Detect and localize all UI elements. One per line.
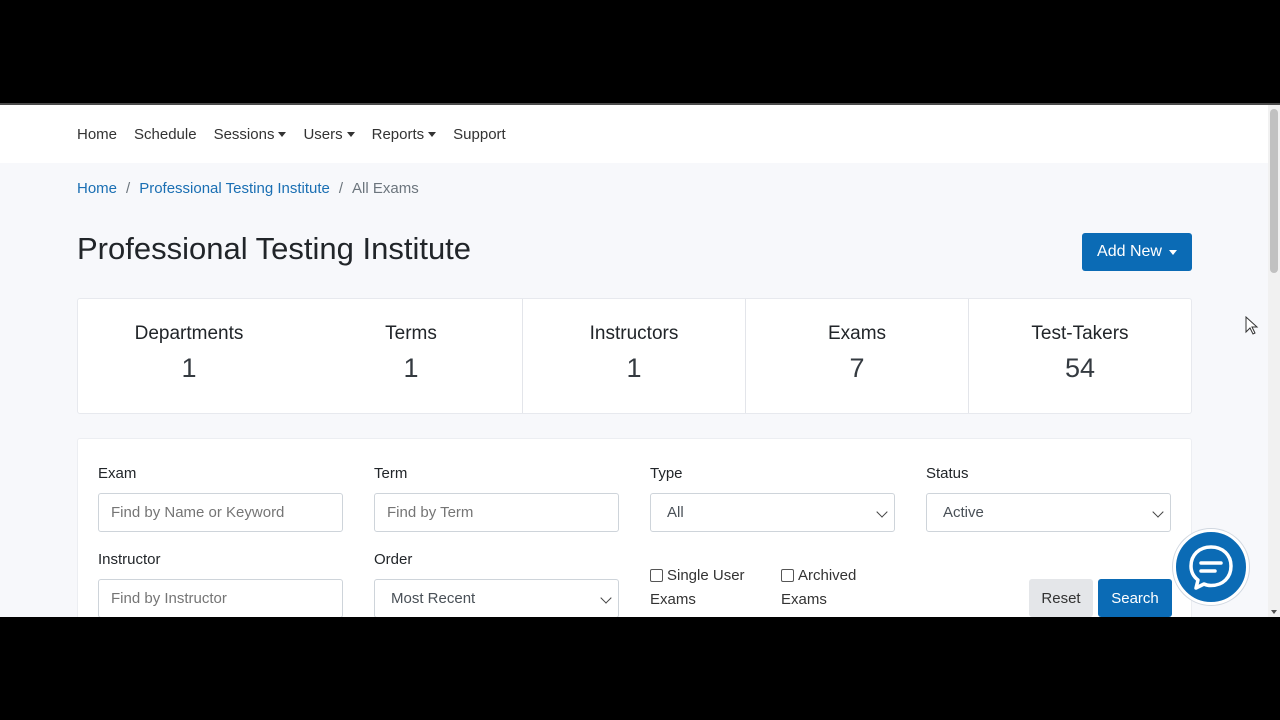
exam-filter-label: Exam xyxy=(98,465,137,482)
search-button[interactable]: Search xyxy=(1098,579,1172,617)
status-select[interactable]: Active xyxy=(926,493,1171,532)
nav-item-label: Home xyxy=(77,125,118,143)
stat-instructors[interactable]: Instructors 1 xyxy=(522,299,745,413)
type-select[interactable]: All xyxy=(650,493,895,532)
order-filter-label: Order xyxy=(374,551,413,568)
status-selected-value: Active xyxy=(943,504,984,521)
type-selected-value: All xyxy=(667,504,684,521)
nav-item-users[interactable]: Users xyxy=(303,125,355,143)
stat-value: 1 xyxy=(403,353,419,383)
breadcrumb-separator: / xyxy=(126,180,131,197)
caret-down-icon xyxy=(1168,249,1177,255)
mouse-pointer-icon xyxy=(1245,316,1259,335)
exam-search-input[interactable] xyxy=(98,493,343,532)
scrollbar-thumb[interactable] xyxy=(1270,109,1278,273)
status-filter-label: Status xyxy=(926,465,969,482)
stat-value: 54 xyxy=(1064,353,1096,383)
checkbox-label-line: Archived xyxy=(798,567,857,584)
breadcrumb: Home / Professional Testing Institute / … xyxy=(77,180,419,197)
order-selected-value: Most Recent xyxy=(391,590,476,607)
instructor-search-input[interactable] xyxy=(98,579,343,617)
breadcrumb-current: All Exams xyxy=(352,180,419,197)
stat-departments[interactable]: Departments 1 xyxy=(78,299,300,413)
chevron-down-icon xyxy=(876,506,888,518)
stat-exams[interactable]: Exams 7 xyxy=(745,299,968,413)
breadcrumb-separator: / xyxy=(338,180,344,197)
page-scrollbar[interactable] xyxy=(1268,105,1280,617)
main-navbar: Home Schedule Sessions Users Reports Sup… xyxy=(0,105,1268,163)
nav-item-reports[interactable]: Reports xyxy=(372,126,437,143)
instructor-filter-label: Instructor xyxy=(98,551,161,568)
term-filter-label: Term xyxy=(374,465,408,482)
stat-value: 7 xyxy=(849,353,865,383)
type-filter-label: Type xyxy=(650,465,683,482)
stat-label: Terms xyxy=(385,323,437,344)
chat-glyph xyxy=(1189,545,1233,590)
nav-item-schedule[interactable]: Schedule xyxy=(134,126,197,143)
stat-terms[interactable]: Terms 1 xyxy=(300,299,522,413)
nav-item-label: Sessions xyxy=(213,125,275,143)
term-search-input[interactable] xyxy=(374,493,619,532)
stat-label: Exams xyxy=(827,323,887,344)
stat-label: Test-Takers xyxy=(1031,323,1129,344)
caret-down-icon xyxy=(278,131,287,137)
stat-test-takers[interactable]: Test-Takers 54 xyxy=(968,299,1191,413)
nav-item-label: Reports xyxy=(371,125,425,143)
caret-down-icon xyxy=(428,131,437,137)
order-select[interactable]: Most Recent xyxy=(374,579,619,617)
screen-top-letterbox xyxy=(0,0,1280,103)
stat-label: Instructors xyxy=(589,323,679,344)
add-new-button[interactable]: Add New xyxy=(1082,233,1192,271)
checkbox-label-line: Exams xyxy=(650,591,696,608)
single-user-exams-checkbox[interactable] xyxy=(650,569,663,582)
single-user-exams-label: Single User Exams xyxy=(650,564,745,612)
chevron-down-icon xyxy=(600,592,612,604)
breadcrumb-home-link[interactable]: Home xyxy=(77,180,117,197)
stat-value: 1 xyxy=(626,353,642,383)
archived-exams-label: Archived Exams xyxy=(781,564,857,612)
screen-bottom-letterbox xyxy=(0,617,1280,720)
chevron-down-icon xyxy=(1152,506,1164,518)
checkbox-label-line: Single User xyxy=(667,567,745,584)
page-title: Professional Testing Institute xyxy=(77,231,472,266)
archived-exams-checkbox[interactable] xyxy=(781,569,794,582)
scroll-down-arrow-icon[interactable] xyxy=(1271,610,1277,614)
breadcrumb-institute-link[interactable]: Professional Testing Institute xyxy=(139,180,330,197)
archived-exams-option[interactable]: Archived Exams xyxy=(781,564,856,612)
reset-button[interactable]: Reset xyxy=(1029,579,1093,617)
nav-item-label: Users xyxy=(303,125,343,143)
nav-item-support[interactable]: Support xyxy=(453,126,506,143)
add-new-label: Add New xyxy=(1097,243,1162,260)
caret-down-icon xyxy=(346,131,355,137)
stat-label: Departments xyxy=(134,323,244,344)
nav-item-sessions[interactable]: Sessions xyxy=(214,126,287,143)
nav-item-label: Support xyxy=(453,125,506,143)
chat-bubble-icon[interactable] xyxy=(1173,529,1249,605)
stat-value: 1 xyxy=(181,353,197,383)
nav-item-label: Schedule xyxy=(134,125,197,143)
checkbox-label-line: Exams xyxy=(781,591,827,608)
stats-panel: Departments 1 Terms 1 Instructors 1 Exam… xyxy=(77,298,1192,414)
single-user-exams-option[interactable]: Single User Exams xyxy=(650,564,745,612)
nav-item-home[interactable]: Home xyxy=(77,126,117,143)
browser-viewport: Home Schedule Sessions Users Reports Sup… xyxy=(0,103,1280,617)
exam-filters-panel: Exam Term Type All Status Active Instruc… xyxy=(77,438,1192,617)
